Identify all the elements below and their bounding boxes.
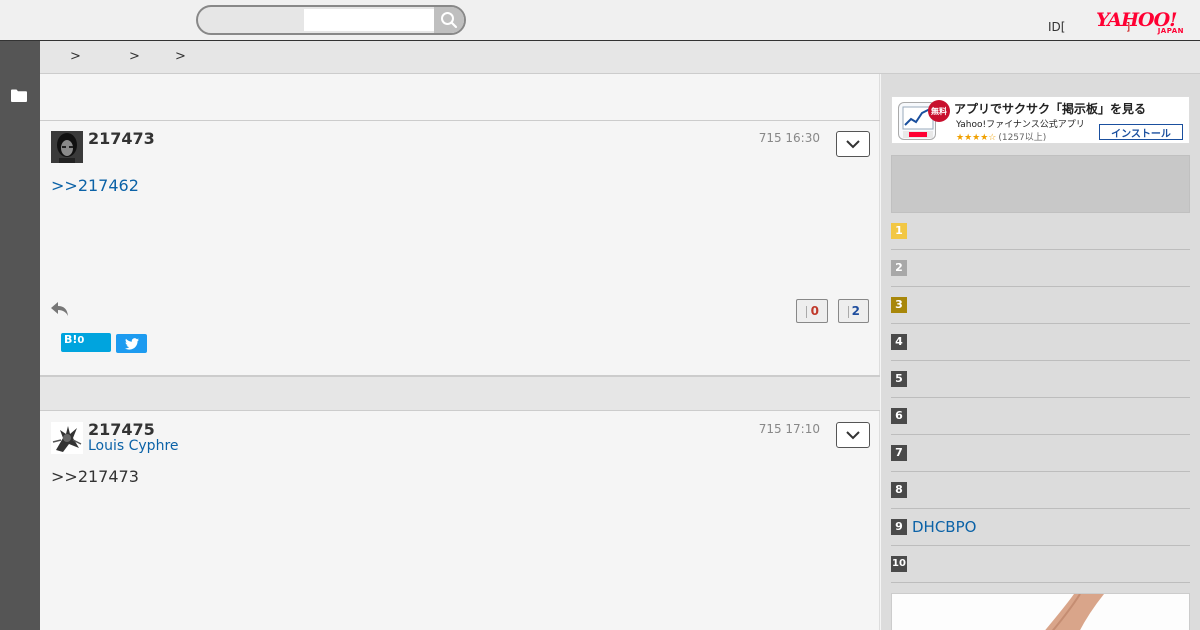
breadcrumb-separator: >	[175, 49, 186, 64]
post-body: >>217473	[51, 467, 139, 486]
post-item: 217475 Louis Cyphre 715 17:10 >>217473	[40, 412, 880, 630]
reply-icon[interactable]	[50, 300, 70, 318]
top-header: ID[ ] YAHOO! JAPAN	[0, 0, 1200, 41]
ad-placeholder	[891, 155, 1190, 213]
breadcrumb-separator: >	[129, 49, 140, 64]
rank-number: 5	[891, 371, 907, 387]
hatena-count: 0	[77, 335, 85, 346]
rank-number: 9	[891, 519, 907, 535]
post-menu-button[interactable]	[836, 422, 870, 448]
twitter-icon	[124, 337, 139, 350]
rank-number: 7	[891, 445, 907, 461]
top-spacer	[40, 74, 880, 121]
ranking-item[interactable]: 9 DHCBPO	[891, 509, 1190, 546]
vote-up-button[interactable]: 0	[796, 299, 828, 323]
free-badge: 無料	[928, 100, 950, 122]
post-item: 217473 715 16:30 >>217462 0 2 B!0	[40, 121, 880, 376]
search-button[interactable]	[434, 7, 464, 33]
vote-divider	[806, 306, 807, 318]
app-rating: ★★★★☆ (1257以上)	[956, 130, 1046, 143]
search-input[interactable]	[304, 9, 434, 31]
right-sidebar: 無料 アプリでサクサク「掲示板」を見る Yahoo!ファイナンス公式アプリ ★★…	[881, 74, 1200, 630]
app-banner-subtitle: Yahoo!ファイナンス公式アプリ	[956, 120, 1085, 130]
app-banner-title: アプリでサクサク「掲示板」を見る	[954, 102, 1147, 116]
post-body-reply-link[interactable]: >>217462	[51, 176, 139, 195]
ranking-item[interactable]: 5	[891, 361, 1190, 398]
rank-number: 8	[891, 482, 907, 498]
id-login-link[interactable]: ID[	[1048, 20, 1065, 34]
rank-title[interactable]: DHCBPO	[912, 518, 976, 536]
post-user-name[interactable]: Louis Cyphre	[88, 438, 179, 454]
ranking-item[interactable]: 2	[891, 250, 1190, 287]
left-sidebar	[0, 41, 40, 630]
rank-number: 6	[891, 408, 907, 424]
ranking-item[interactable]: 3	[891, 287, 1190, 324]
post-number[interactable]: 217475	[88, 420, 155, 439]
install-button[interactable]: インストール	[1099, 124, 1183, 140]
vote-up-count: 0	[810, 304, 819, 318]
hatena-bookmark-button[interactable]: B!0	[61, 333, 111, 352]
avatar-image	[51, 131, 83, 163]
app-promo-banner[interactable]: 無料 アプリでサクサク「掲示板」を見る Yahoo!ファイナンス公式アプリ ★★…	[891, 96, 1190, 144]
ad-image	[892, 594, 1189, 630]
breadcrumb: > > >	[40, 41, 1200, 74]
vote-divider	[848, 306, 849, 318]
vote-down-button[interactable]: 2	[838, 299, 869, 323]
rank-number: 3	[891, 297, 907, 313]
post-time: 715 17:10	[758, 422, 820, 436]
yahoo-japan-logo[interactable]: YAHOO! JAPAN	[1096, 10, 1188, 36]
ranking-item[interactable]: 7	[891, 435, 1190, 472]
ranking-item[interactable]: 1	[891, 213, 1190, 250]
ad-image-card[interactable]	[891, 593, 1190, 630]
ranking-item[interactable]: 6	[891, 398, 1190, 435]
breadcrumb-separator: >	[70, 49, 81, 64]
vote-down-count: 2	[851, 304, 860, 318]
rating-stars: ★★★★☆	[956, 133, 997, 143]
rank-number: 1	[891, 223, 907, 239]
avatar[interactable]	[51, 131, 83, 163]
search-box	[196, 5, 466, 35]
post-time: 715 16:30	[758, 131, 820, 145]
post-separator-band	[40, 375, 880, 411]
chevron-down-icon	[846, 430, 860, 439]
ranking-item[interactable]: 10	[891, 546, 1190, 583]
post-number[interactable]: 217473	[88, 129, 155, 148]
ranking-list: 1 2 3 4 5 6 7 8 9 DHCBPO 10	[891, 213, 1190, 583]
post-menu-button[interactable]	[836, 131, 870, 157]
chevron-down-icon	[846, 139, 860, 148]
main-content: 217473 715 16:30 >>217462 0 2 B!0 217475…	[40, 74, 880, 630]
logo-sub-text: JAPAN	[1157, 27, 1184, 35]
avatar[interactable]	[51, 422, 83, 454]
hatena-label: B!	[64, 333, 78, 346]
ranking-item[interactable]: 4	[891, 324, 1190, 361]
rank-number: 4	[891, 334, 907, 350]
review-count: (1257以上)	[998, 133, 1047, 143]
avatar-image	[51, 422, 83, 454]
ranking-item[interactable]: 8	[891, 472, 1190, 509]
rank-number: 10	[891, 556, 907, 572]
rank-number: 2	[891, 260, 907, 276]
twitter-share-button[interactable]	[116, 334, 147, 353]
folder-icon[interactable]	[11, 89, 27, 102]
search-icon	[441, 12, 458, 29]
